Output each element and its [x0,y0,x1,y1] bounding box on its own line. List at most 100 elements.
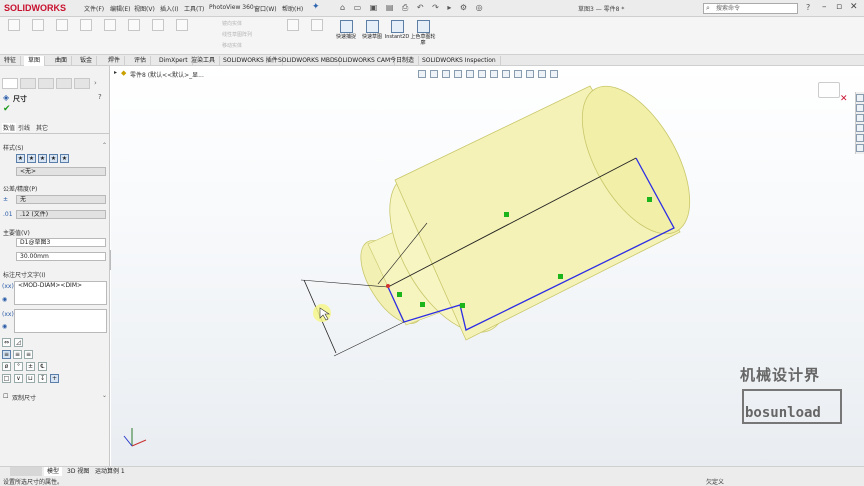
menu-insert[interactable]: 插入(I) [160,4,178,13]
style-add-icon[interactable]: ★ [27,154,36,163]
dimxpert-manager-tab[interactable] [56,78,72,89]
text-above-icon[interactable]: (xx) [2,283,14,290]
dimension-text-top-box[interactable]: <MOD-DIAM><DIM> [14,281,107,305]
origin-point[interactable] [386,284,390,288]
display-manager-tab[interactable] [74,78,90,89]
tab-sheet-metal[interactable]: 钣金 [76,56,98,66]
menu-tools[interactable]: 工具(T) [184,4,204,13]
tab-sketch[interactable]: 草图 [24,56,46,66]
dimension-value-field[interactable]: 30.00mm [16,252,106,261]
ribbon-sketch-tool-4[interactable] [75,19,97,51]
subtab-leaders[interactable]: 引线 [18,123,30,132]
close-button[interactable]: ✕ [850,2,858,12]
mirror-entities-item[interactable]: 镜向实体 [222,20,242,27]
tolerance-type-select[interactable]: 无 [16,195,106,204]
dimension-text-header[interactable]: 标注尺寸文字(I) [3,270,45,279]
dimension-text-bottom-box[interactable] [14,309,107,333]
plus-minus-symbol-icon[interactable]: ± [26,362,35,371]
relation-marker[interactable] [397,292,402,297]
ribbon-sketch-tool-3[interactable] [51,19,73,51]
ribbon-sketch-tool-10[interactable] [306,19,328,51]
configuration-manager-tab[interactable] [38,78,54,89]
solidworks-logo[interactable]: SOLIDWORKS [4,3,66,13]
text-visibility-icon[interactable]: ◉ [2,296,7,303]
tab-3d-views[interactable]: 3D 视图 [64,467,92,476]
collapse-style-icon[interactable]: ⌃ [102,142,107,149]
style-delete-icon[interactable]: ★ [38,154,47,163]
text-below-icon[interactable]: (xx) [2,311,14,318]
design-library-icon[interactable] [856,104,864,112]
move-entities-item[interactable]: 移动实体 [222,42,242,49]
expand-dual-icon[interactable]: ⌄ [102,392,107,399]
custom-properties-icon[interactable] [856,144,864,152]
subtab-other[interactable]: 其它 [36,123,48,132]
solidworks-resources-icon[interactable] [856,94,864,102]
spherical-symbol-icon[interactable]: ∨ [14,374,23,383]
style-section-header[interactable]: 样式(S) [3,143,24,152]
menu-view[interactable]: 视图(V) [134,4,155,13]
quick-snaps-button[interactable]: 快速捕捉 [333,20,359,40]
style-select[interactable]: <无> [16,167,106,176]
tab-scroll-controls[interactable]: ◂▸ [10,467,42,476]
menu-photoview[interactable]: PhotoView 360 [209,4,254,11]
menu-file[interactable]: 文件(F) [84,4,104,13]
tab-render-tools[interactable]: 渲染工具 [187,56,221,66]
ribbon-sketch-tool-1[interactable] [3,19,25,51]
tab-made-today[interactable]: 今日制造 [386,56,420,66]
ribbon-sketch-tool-9[interactable] [282,19,304,51]
depth-symbol-icon[interactable]: ↧ [38,374,47,383]
centerline-symbol-icon[interactable]: ℄ [38,362,47,371]
tab-evaluate[interactable]: 评估 [130,56,152,66]
tab-features[interactable]: 特征 [0,56,22,66]
shaded-sketch-button[interactable]: 上色草图轮廓 [410,20,436,46]
ok-check-icon[interactable]: ✔ [3,104,11,114]
counterbore-symbol-icon[interactable]: ⊔ [26,374,35,383]
tolerance-section-header[interactable]: 公差/精度(P) [3,184,37,193]
relation-marker[interactable] [504,212,509,217]
pin-icon[interactable]: ✦ [312,2,320,12]
precision-select[interactable]: .12 (文件) [16,210,106,219]
instant2d-button[interactable]: Instant2D [384,20,410,40]
ribbon-sketch-tool-7[interactable] [147,19,169,51]
degree-symbol-icon[interactable]: ° [14,362,23,371]
align-right-icon[interactable]: ≡ [24,350,33,359]
menu-help[interactable]: 帮助(H) [282,4,303,13]
diameter-symbol-icon[interactable]: ø [2,362,11,371]
rapid-sketch-button[interactable]: 快速草图 [359,20,385,40]
square-symbol-icon[interactable]: □ [2,374,11,383]
appearances-icon[interactable] [856,134,864,142]
exit-sketch-icon[interactable]: ✕ [840,94,848,104]
ribbon-sketch-tool-5[interactable] [99,19,121,51]
style-apply-default-icon[interactable]: ★ [16,154,25,163]
view-palette-icon[interactable] [856,124,864,132]
confirmation-corner[interactable] [818,82,840,98]
align-center-icon[interactable]: ≡ [13,350,22,359]
ribbon-sketch-tool-6[interactable] [123,19,145,51]
relation-marker[interactable] [558,274,563,279]
help-button[interactable]: ? [98,93,102,101]
justify-left-icon[interactable]: ⇔ [2,338,11,347]
align-left-icon[interactable]: ≡ [2,350,11,359]
tab-motion-study[interactable]: 运动算例 1 [92,467,128,476]
style-save-icon[interactable]: ★ [49,154,58,163]
subtab-value[interactable]: 数值 [2,123,17,132]
dimension-name-field[interactable]: D1@草图3 [16,238,106,247]
tab-weldments[interactable]: 焊件 [104,56,126,66]
linear-pattern-item[interactable]: 线性草图阵列 [222,31,252,38]
menu-window[interactable]: 窗口(W) [254,4,277,13]
justify-center-icon[interactable]: ◿ [14,338,23,347]
menu-edit[interactable]: 编辑(E) [110,4,130,13]
relation-marker[interactable] [420,302,425,307]
relation-marker[interactable] [460,303,465,308]
quick-access-toolbar[interactable]: ⌂ ▭ ▣ ▤ ⎙ ↶ ↷ ▸ ⚙ ◎ [340,3,486,13]
ribbon-sketch-tool-2[interactable] [27,19,49,51]
minimize-button[interactable]: – [822,2,827,12]
more-symbols-icon[interactable]: + [50,374,59,383]
property-manager-tab[interactable] [20,78,36,89]
tab-model[interactable]: 模型 [44,467,63,476]
feature-manager-tab[interactable] [2,78,18,89]
panel-expand-icon[interactable]: › [94,79,97,87]
ribbon-sketch-tool-8[interactable] [171,19,193,51]
text-below-visibility-icon[interactable]: ◉ [2,323,7,330]
search-input[interactable]: ⌕ 搜索命令 [703,3,798,14]
